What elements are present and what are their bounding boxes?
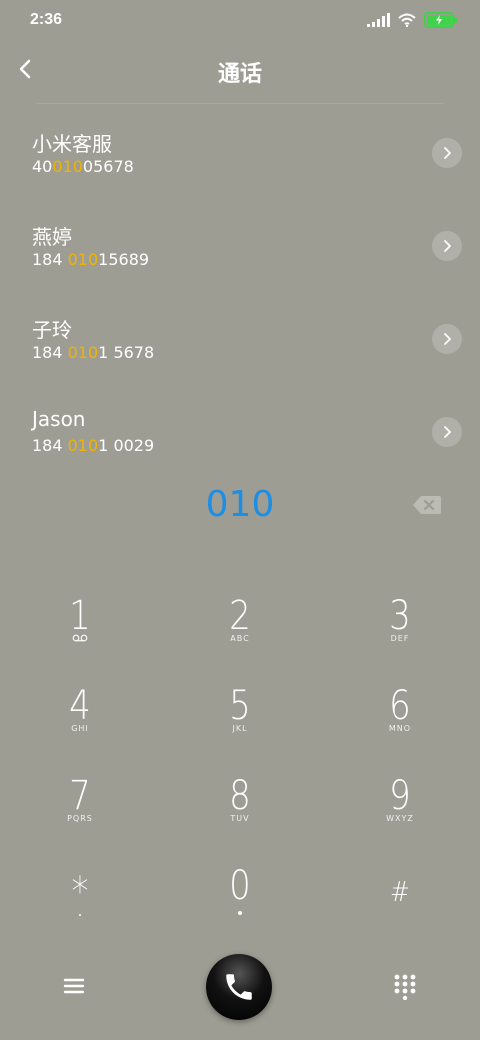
dial-input[interactable]: 010 (0, 484, 480, 525)
voicemail-icon (72, 634, 88, 642)
call-button[interactable] (206, 954, 272, 1020)
key-letters: PQRS (67, 814, 93, 823)
key-digit: 5 (229, 683, 251, 729)
key-digit: # (390, 875, 410, 908)
keypad: 1 2 ABC 3 DEF 4 GHI 5 JKL 6 MNO 7 PQRS 8… (0, 572, 480, 932)
key-digit: 7 (69, 773, 91, 819)
header-divider (36, 103, 444, 104)
key-letters: DEF (390, 634, 410, 643)
contact-list: 小米客服 4001005678 燕婷 184 01015689 子玲 184 0… (0, 106, 480, 478)
charging-bolt-icon (436, 15, 442, 25)
contact-name: 小米客服 (32, 132, 112, 156)
contact-name: Jason (32, 407, 86, 431)
status-time: 2:36 (30, 11, 63, 28)
contact-item[interactable]: 子玲 184 0101 5678 (0, 292, 480, 385)
key-5[interactable]: 5 JKL (160, 662, 320, 752)
bottom-bar (0, 950, 480, 1024)
key-digit: * (71, 869, 89, 915)
key-letters: MNO (388, 724, 412, 733)
phone-icon (226, 974, 252, 1000)
key-star[interactable]: * (0, 842, 160, 932)
key-2[interactable]: 2 ABC (160, 572, 320, 662)
key-plus-dot (238, 911, 242, 915)
contact-item[interactable]: 小米客服 4001005678 (0, 106, 480, 199)
key-letters: GHI (71, 724, 89, 733)
key-0[interactable]: 0 (160, 842, 320, 932)
chevron-right-icon (444, 333, 451, 345)
chevron-right-icon (444, 426, 451, 438)
contact-detail-button[interactable] (432, 138, 462, 168)
key-letters: ABC (230, 634, 250, 643)
status-icons (367, 12, 457, 28)
contact-name: 燕婷 (32, 225, 72, 249)
key-digit: 6 (389, 683, 411, 729)
contact-detail-button[interactable] (432, 231, 462, 261)
key-digit: 4 (69, 683, 91, 729)
key-letters: JKL (232, 724, 248, 733)
contact-number: 184 0101 5678 (32, 343, 155, 362)
keypad-toggle-button[interactable] (394, 974, 416, 1001)
backspace-icon (413, 496, 441, 514)
key-digit: 2 (229, 593, 251, 639)
key-digit: 9 (389, 773, 411, 819)
wifi-icon (398, 13, 416, 27)
battery-icon (424, 12, 457, 28)
key-hash[interactable]: # (320, 842, 480, 932)
key-7[interactable]: 7 PQRS (0, 752, 160, 842)
key-4[interactable]: 4 GHI (0, 662, 160, 752)
contact-item[interactable]: Jason 184 0101 0029 (0, 385, 480, 478)
key-digit: 3 (389, 593, 411, 639)
dialpad-icon (394, 974, 416, 1001)
matched-digits: 010 (67, 436, 99, 455)
status-bar: 2:36 (0, 0, 480, 40)
backspace-button[interactable] (412, 494, 442, 516)
key-9[interactable]: 9 WXYZ (320, 752, 480, 842)
key-6[interactable]: 6 MNO (320, 662, 480, 752)
contact-name: 子玲 (32, 318, 72, 342)
key-letters: WXYZ (386, 814, 414, 823)
matched-digits: 010 (67, 250, 99, 269)
contact-number: 4001005678 (32, 157, 134, 176)
matched-digits: 010 (52, 157, 83, 176)
header: 通话 (0, 44, 480, 96)
key-digit: 1 (69, 593, 91, 639)
chevron-right-icon (444, 240, 451, 252)
hamburger-icon (63, 978, 85, 994)
key-1[interactable]: 1 (0, 572, 160, 662)
key-letters: TUV (230, 814, 250, 823)
matched-digits: 010 (67, 343, 99, 362)
contact-number: 184 01015689 (32, 250, 150, 269)
contact-detail-button[interactable] (432, 324, 462, 354)
page-title: 通话 (217, 62, 262, 87)
signal-icon (367, 13, 390, 27)
key-8[interactable]: 8 TUV (160, 752, 320, 842)
key-digit: 0 (229, 863, 251, 909)
key-dot (79, 914, 81, 916)
key-digit: 8 (229, 773, 251, 819)
contact-item[interactable]: 燕婷 184 01015689 (0, 199, 480, 292)
contact-number: 184 0101 0029 (32, 436, 155, 455)
menu-button[interactable] (62, 974, 86, 998)
key-3[interactable]: 3 DEF (320, 572, 480, 662)
chevron-right-icon (444, 147, 451, 159)
contact-detail-button[interactable] (432, 417, 462, 447)
